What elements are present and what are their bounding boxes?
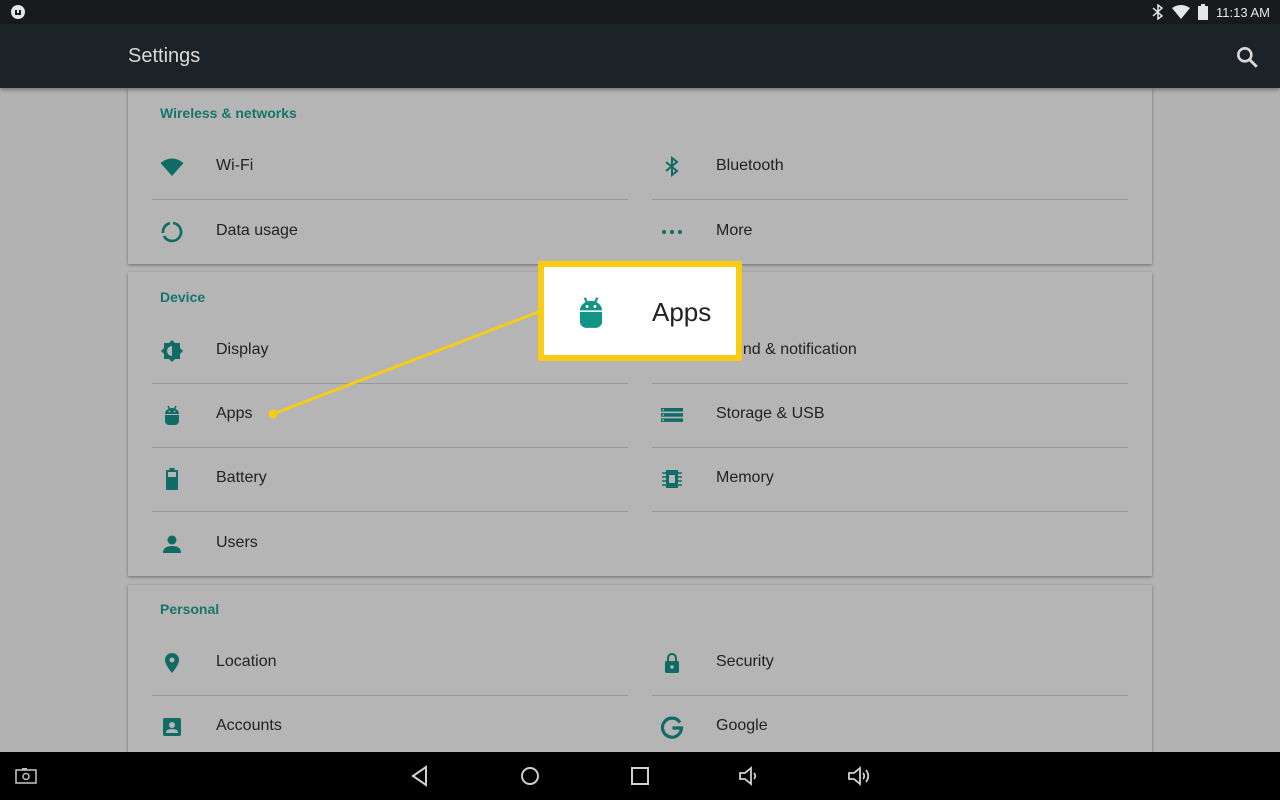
status-bar: 11:13 AM — [0, 0, 1280, 24]
settings-item-location[interactable]: Location — [152, 631, 628, 695]
wireless-networks-card: Wireless & networks Wi-Fi Bluetooth Data… — [128, 88, 1152, 264]
bluetooth-status-icon — [1152, 4, 1164, 20]
status-time: 11:13 AM — [1216, 4, 1270, 20]
settings-item-label: Google — [716, 717, 768, 734]
volume-up-icon[interactable] — [848, 764, 872, 788]
section-title-personal: Personal — [160, 601, 220, 617]
settings-item-storage-usb[interactable]: Storage & USB — [652, 383, 1128, 447]
settings-item-bluetooth[interactable]: Bluetooth — [652, 135, 1128, 199]
settings-item-label: Location — [216, 653, 277, 670]
home-icon[interactable] — [518, 764, 542, 788]
settings-item-label: Display — [216, 341, 269, 358]
more-icon — [662, 230, 682, 234]
divider — [652, 511, 1128, 512]
data-usage-icon — [161, 221, 183, 243]
google-icon — [660, 716, 684, 739]
settings-item-label: Battery — [216, 469, 267, 486]
settings-item-more[interactable]: More — [652, 200, 1128, 264]
settings-item-memory[interactable]: Memory — [652, 447, 1128, 511]
screenshot-icon[interactable] — [14, 764, 38, 788]
settings-item-label: Apps — [216, 405, 253, 422]
settings-item-data-usage[interactable]: Data usage — [152, 200, 628, 264]
person-icon — [163, 535, 181, 553]
navigation-bar — [0, 752, 1280, 800]
memory-icon — [662, 470, 682, 488]
settings-item-wifi[interactable]: Wi-Fi — [152, 135, 628, 199]
settings-item-label: und & notification — [734, 341, 857, 358]
notification-icon — [11, 5, 25, 19]
settings-item-apps[interactable]: Apps — [152, 383, 628, 447]
personal-card: Personal Location Security Accounts Goog… — [128, 585, 1152, 753]
settings-item-label: Users — [216, 534, 258, 551]
search-icon[interactable] — [1234, 44, 1260, 70]
callout-label: Apps — [652, 297, 712, 327]
back-icon[interactable] — [408, 764, 432, 788]
settings-item-battery[interactable]: Battery — [152, 447, 628, 511]
settings-item-users[interactable]: Users — [152, 512, 628, 576]
accounts-icon — [163, 718, 181, 736]
storage-icon — [661, 408, 683, 422]
battery-icon — [166, 468, 178, 490]
settings-item-label: Security — [716, 653, 774, 670]
battery-status-icon — [1198, 4, 1209, 20]
settings-item-label: More — [716, 222, 753, 239]
settings-item-accounts[interactable]: Accounts — [152, 695, 628, 759]
android-icon — [579, 297, 603, 328]
settings-item-label: Accounts — [216, 717, 282, 734]
settings-item-label: Bluetooth — [716, 157, 784, 174]
volume-down-icon[interactable] — [738, 764, 762, 788]
wifi-status-icon — [1172, 5, 1191, 19]
wifi-icon — [160, 158, 184, 176]
settings-item-google[interactable]: Google — [652, 695, 1128, 759]
location-icon — [165, 653, 179, 673]
settings-item-label: Memory — [716, 469, 774, 486]
section-title-device: Device — [160, 289, 206, 305]
android-icon — [165, 405, 179, 425]
settings-item-label: Data usage — [216, 222, 298, 239]
settings-item-security[interactable]: Security — [652, 631, 1128, 695]
display-icon — [161, 340, 183, 362]
section-title-wireless: Wireless & networks — [160, 105, 297, 121]
apps-callout: Apps — [538, 261, 742, 361]
recents-icon[interactable] — [628, 764, 652, 788]
bluetooth-icon — [665, 155, 679, 178]
settings-item-label: Storage & USB — [716, 405, 825, 422]
app-bar: Settings — [0, 24, 1280, 88]
lock-icon — [665, 653, 679, 673]
page-title: Settings — [128, 45, 201, 67]
settings-item-label: Wi-Fi — [216, 157, 254, 174]
